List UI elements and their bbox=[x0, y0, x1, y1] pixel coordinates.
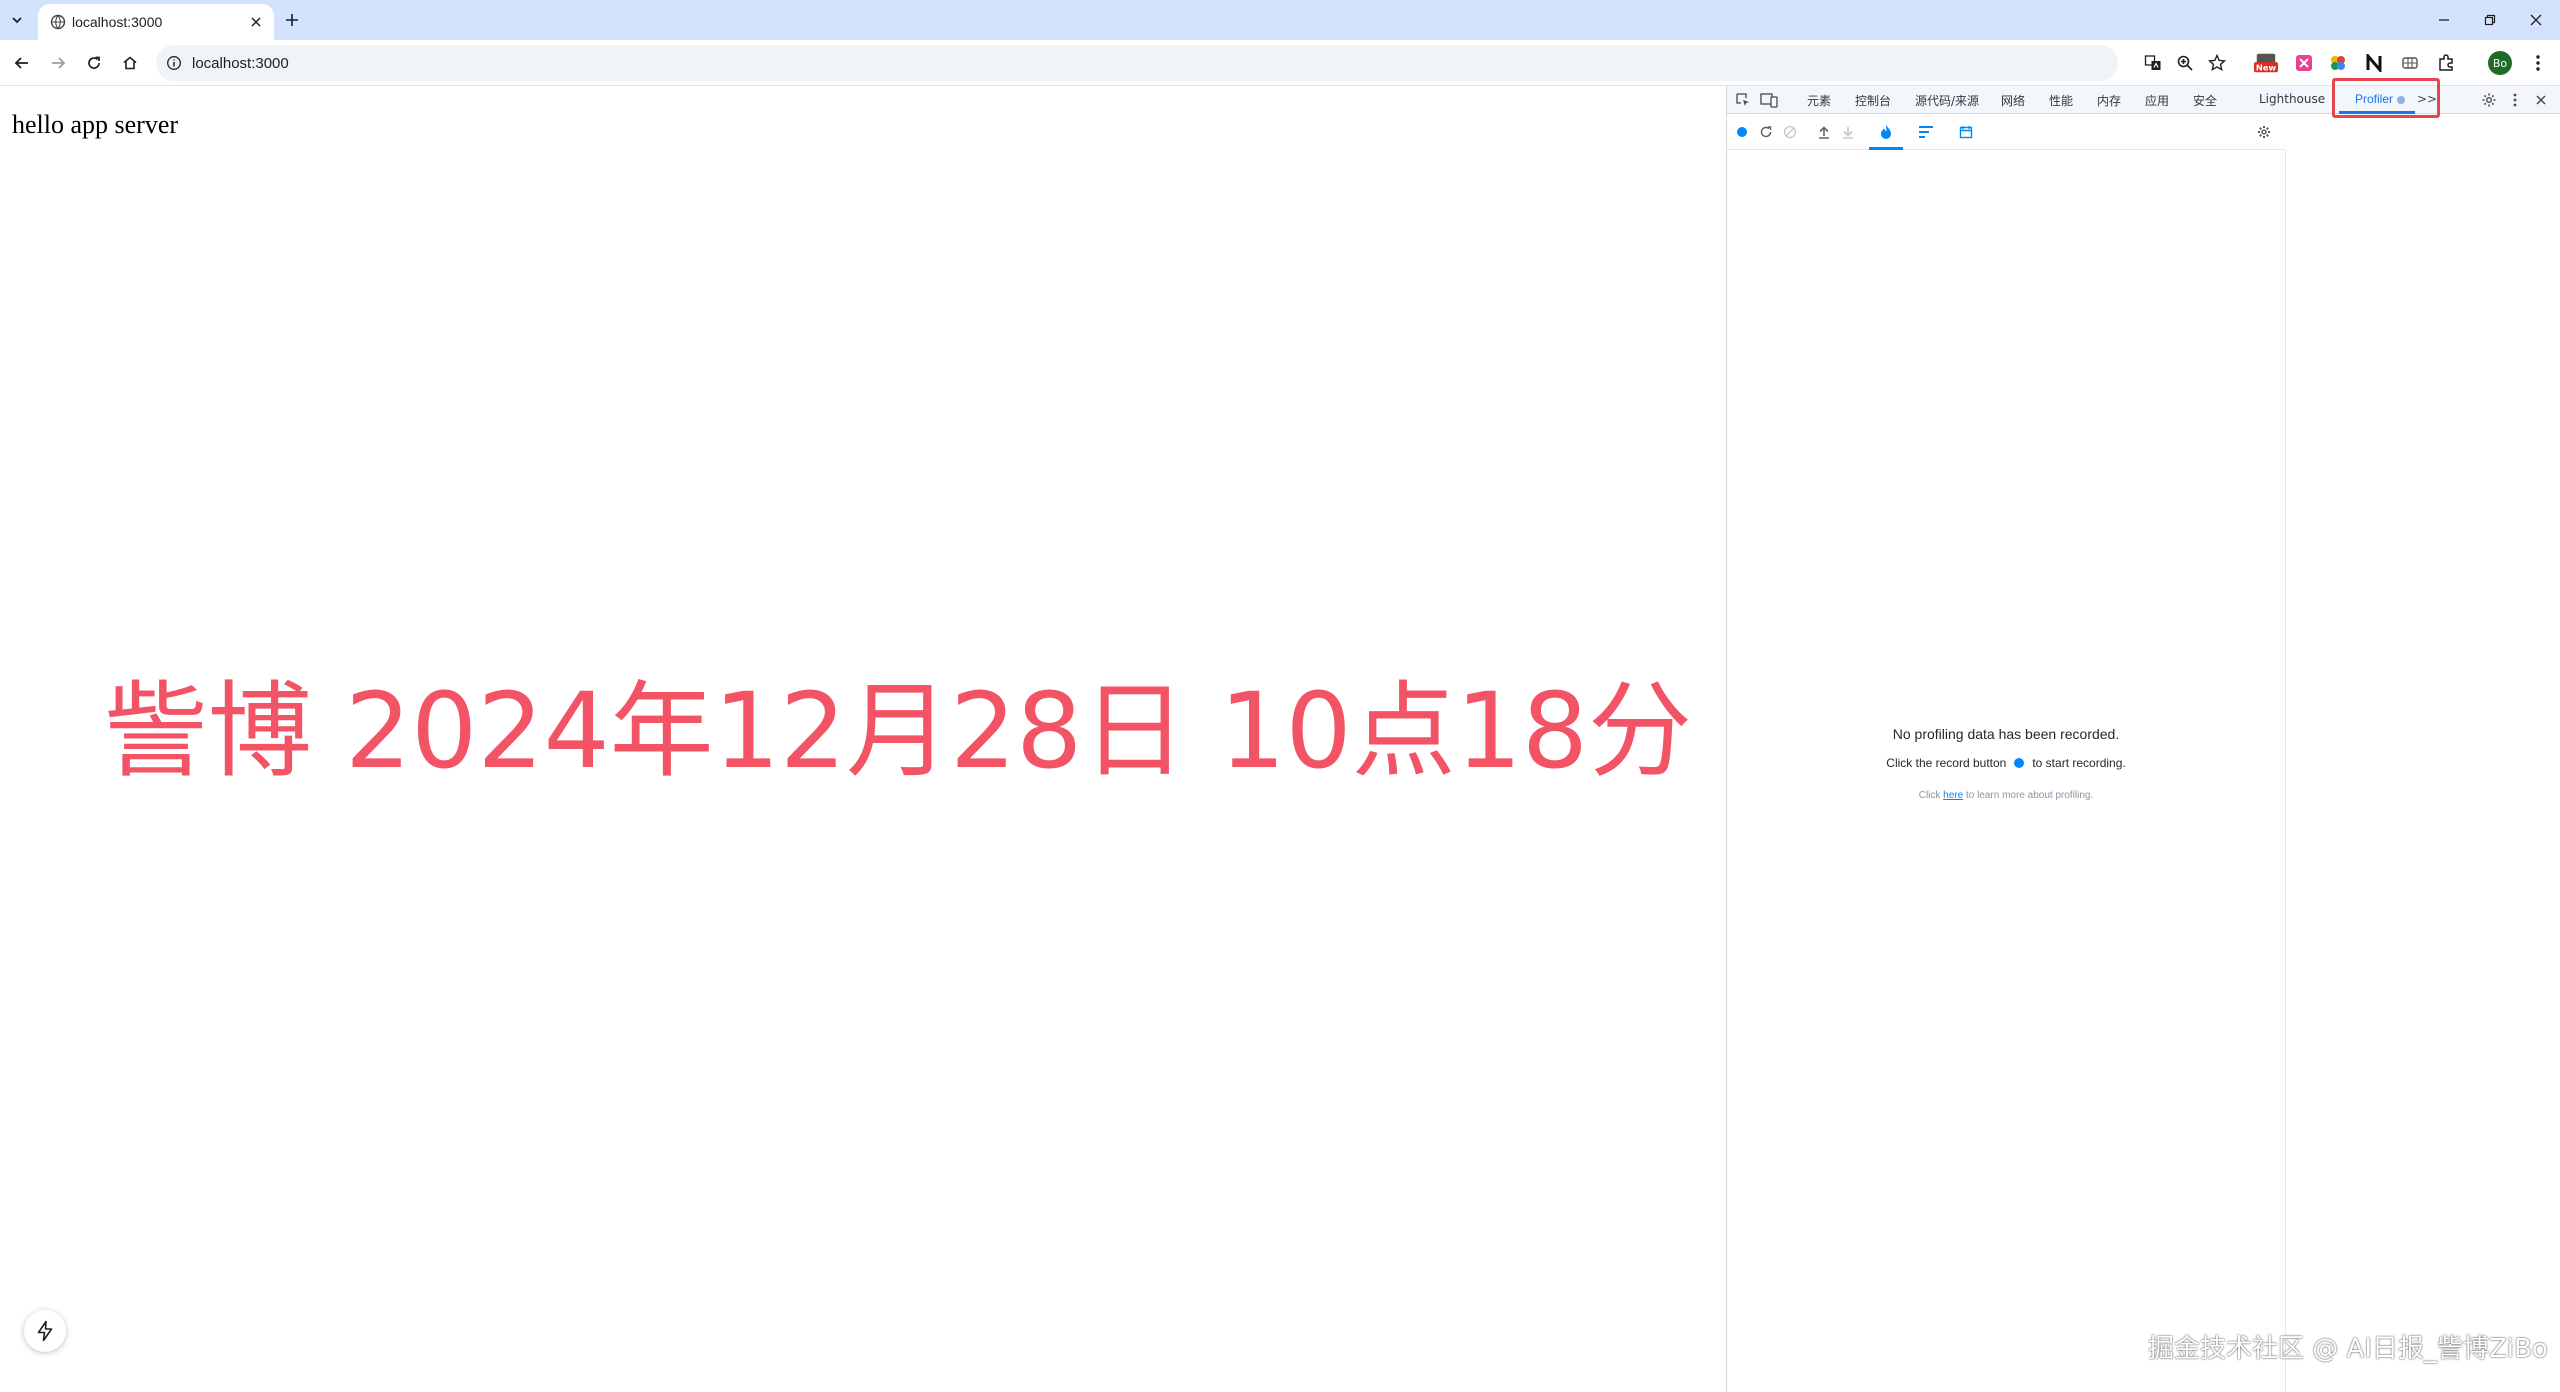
arrow-right-icon bbox=[52, 57, 66, 69]
timeline-icon[interactable] bbox=[1957, 123, 1975, 141]
date-overlay-text: 訾博 2024年12月28日 10点18分 bbox=[103, 670, 1693, 792]
empty-state-learn-more: Click here to learn more about profiling… bbox=[1727, 790, 2285, 801]
profile-initials: Bo bbox=[2492, 56, 2508, 70]
home-button[interactable] bbox=[116, 49, 144, 77]
restore-icon bbox=[2484, 14, 2496, 26]
flamegraph-icon[interactable] bbox=[1877, 123, 1895, 141]
devtools-tab-lighthouse[interactable]: Lighthouse bbox=[2259, 92, 2325, 106]
hint-after: to start recording. bbox=[2032, 756, 2126, 770]
plus-icon bbox=[286, 14, 298, 26]
record-icon[interactable] bbox=[1733, 123, 1751, 141]
hello-text: hello app server bbox=[12, 110, 179, 139]
globe-icon bbox=[50, 14, 66, 30]
reload-button[interactable] bbox=[80, 49, 108, 77]
close-window-button[interactable] bbox=[2518, 6, 2554, 34]
tab-title: localhost:3000 bbox=[72, 14, 163, 30]
save-profile-icon[interactable] bbox=[1839, 123, 1857, 141]
empty-state-hint: Click the record button to start recordin… bbox=[1727, 756, 2285, 770]
extension-new-icon[interactable]: New bbox=[2254, 51, 2278, 75]
lightning-icon bbox=[37, 1320, 53, 1342]
watermark-text: 掘金技术社区 @ AI日报_訾博ZiBo bbox=[2148, 1334, 2548, 1364]
profiler-sidebar-divider bbox=[2285, 150, 2286, 1392]
hint-before: Click the record button bbox=[1886, 756, 2007, 770]
devtools-menu-icon[interactable] bbox=[2505, 90, 2525, 110]
clear-profiling-icon[interactable] bbox=[1781, 123, 1799, 141]
more-tabs-button[interactable]: >> bbox=[2417, 92, 2437, 106]
devtools-tab-console[interactable]: 控制台 bbox=[1855, 92, 1891, 109]
zoom-icon[interactable] bbox=[2174, 52, 2196, 74]
arrow-left-icon bbox=[14, 57, 28, 69]
reload-icon bbox=[88, 56, 100, 69]
ranked-chart-icon[interactable] bbox=[1917, 123, 1935, 141]
dev-indicator-button[interactable] bbox=[24, 1310, 66, 1352]
inspect-element-icon[interactable] bbox=[1733, 90, 1753, 110]
back-button[interactable] bbox=[8, 49, 36, 77]
url-text[interactable]: localhost:3000 bbox=[192, 55, 289, 72]
browser-toolbar: localhost:3000 New Bo bbox=[0, 40, 2560, 86]
page-viewport: hello app server 訾博 2024年12月28日 10点18分 bbox=[0, 86, 1726, 1392]
devtools-settings-icon[interactable] bbox=[2479, 90, 2499, 110]
extensions-puzzle-icon[interactable] bbox=[2434, 51, 2458, 75]
record-dot-icon[interactable] bbox=[2014, 758, 2025, 768]
site-info-icon[interactable] bbox=[164, 53, 184, 73]
tab-strip: localhost:3000 bbox=[0, 0, 2560, 40]
devtools-tab-application[interactable]: 应用 bbox=[2145, 92, 2169, 109]
devtools-tab-memory[interactable]: 内存 bbox=[2097, 92, 2121, 109]
profile-avatar[interactable]: Bo bbox=[2488, 51, 2512, 75]
devtools-tab-network[interactable]: 网络 bbox=[2001, 92, 2025, 109]
bookmark-star-icon[interactable] bbox=[2206, 52, 2228, 74]
extension-grid-icon[interactable] bbox=[2398, 51, 2422, 75]
devtools-tab-elements[interactable]: 元素 bbox=[1807, 92, 1831, 109]
profiler-empty-state: No profiling data has been recorded. Cli… bbox=[1727, 726, 2285, 801]
home-icon bbox=[123, 56, 137, 70]
device-toolbar-icon[interactable] bbox=[1759, 90, 1779, 110]
learn-more-link[interactable]: here bbox=[1943, 790, 1963, 801]
devtools-panel: 元素 控制台 源代码/来源 网络 性能 内存 应用 安全 Lighthouse … bbox=[1726, 78, 2560, 1392]
devtools-close-icon[interactable] bbox=[2531, 90, 2551, 110]
close-icon bbox=[251, 17, 261, 27]
active-view-underline bbox=[1869, 147, 1903, 150]
devtools-tab-performance[interactable]: 性能 bbox=[2049, 92, 2073, 109]
browser-tab[interactable]: localhost:3000 bbox=[38, 4, 274, 40]
devtools-tab-sources[interactable]: 源代码/来源 bbox=[1915, 92, 1979, 109]
close-icon bbox=[2530, 14, 2542, 26]
translate-icon[interactable] bbox=[2142, 52, 2164, 74]
more-vertical-icon bbox=[2536, 55, 2540, 71]
address-bar[interactable]: localhost:3000 bbox=[156, 45, 2226, 81]
empty-state-title: No profiling data has been recorded. bbox=[1892, 726, 2120, 742]
profiler-settings-icon[interactable] bbox=[2255, 123, 2273, 141]
minimize-icon bbox=[2439, 19, 2449, 21]
chevron-down-icon bbox=[12, 17, 22, 24]
devtools-tab-bar: 元素 控制台 源代码/来源 网络 性能 内存 应用 安全 Lighthouse … bbox=[1727, 78, 2560, 118]
learn-prefix: Click bbox=[1918, 790, 1941, 801]
tab-search-button[interactable] bbox=[4, 7, 30, 33]
extension-pink-icon[interactable] bbox=[2292, 51, 2316, 75]
svg-text:New: New bbox=[2256, 62, 2277, 72]
devtools-tab-security[interactable]: 安全 bbox=[2193, 92, 2217, 109]
restore-button[interactable] bbox=[2472, 6, 2508, 34]
extension-n-icon[interactable] bbox=[2362, 51, 2386, 75]
tab-close-button[interactable] bbox=[246, 12, 266, 32]
forward-button[interactable] bbox=[44, 49, 72, 77]
profiler-toolbar bbox=[1727, 114, 2285, 150]
reload-and-profile-icon[interactable] bbox=[1757, 123, 1775, 141]
load-profile-icon[interactable] bbox=[1815, 123, 1833, 141]
extension-color-icon[interactable] bbox=[2326, 51, 2350, 75]
learn-suffix: to learn more about profiling. bbox=[1965, 790, 2094, 801]
new-tab-button[interactable] bbox=[280, 8, 304, 32]
browser-menu-button[interactable] bbox=[2526, 51, 2550, 75]
minimize-button[interactable] bbox=[2426, 6, 2462, 34]
